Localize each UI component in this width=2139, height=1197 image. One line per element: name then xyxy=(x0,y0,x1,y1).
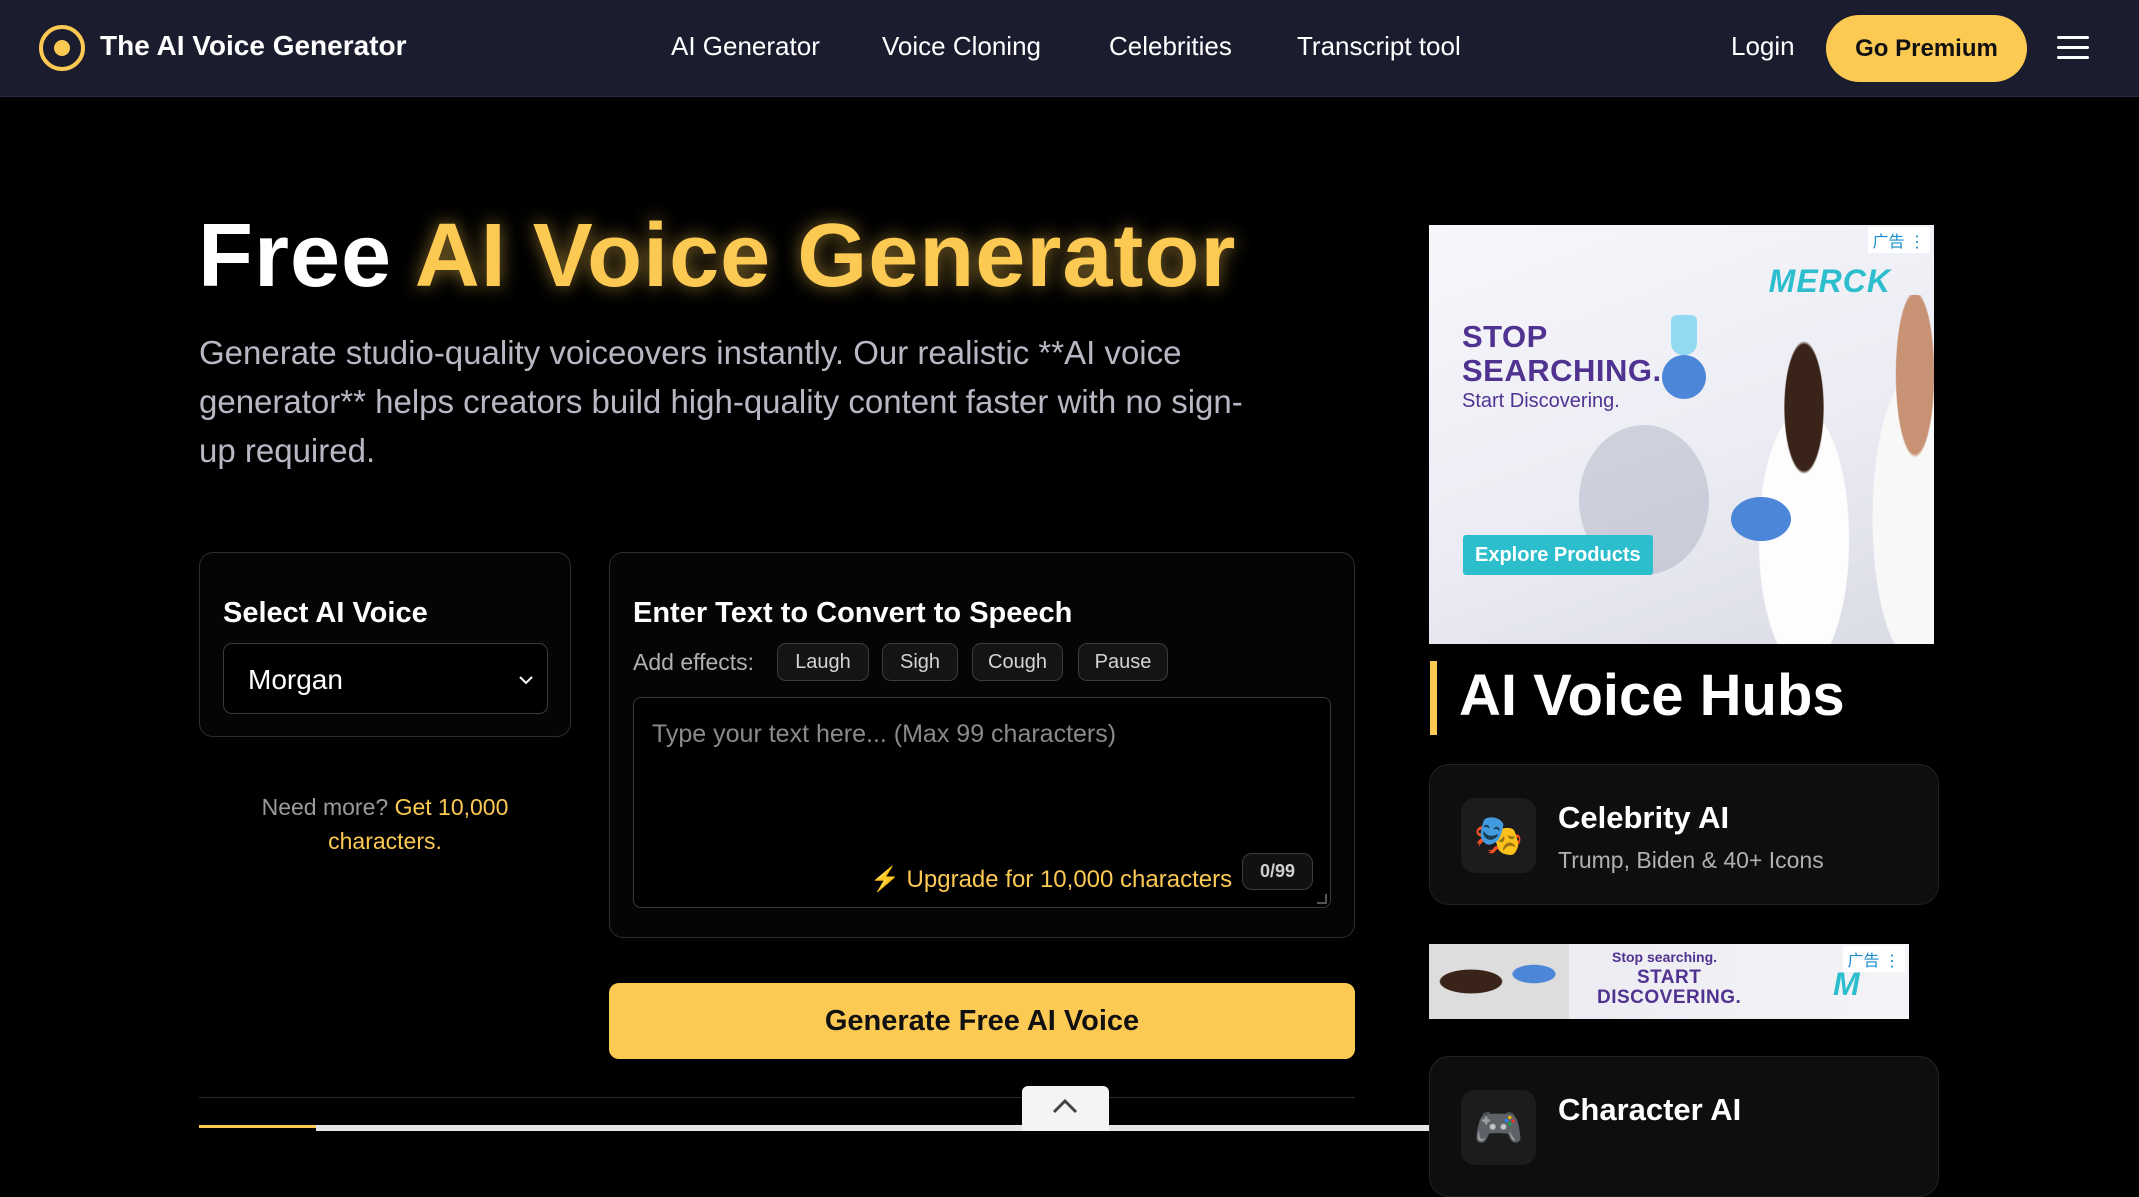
ad-big-text-line-2: DISCOVERING. xyxy=(1597,987,1742,1008)
theater-masks-icon: 🎭 xyxy=(1461,798,1536,873)
chevron-down-icon xyxy=(519,668,533,691)
nav-link-transcript-tool[interactable]: Transcript tool xyxy=(1297,31,1461,62)
effect-sigh-button[interactable]: Sigh xyxy=(882,643,958,681)
advertisement-banner-small[interactable]: Stop searching. START DISCOVERING. M 广告 … xyxy=(1429,944,1909,1019)
ad-brand-logo: MERCK xyxy=(1768,263,1891,299)
resize-handle-icon[interactable] xyxy=(1317,894,1327,904)
hamburger-line xyxy=(2057,56,2089,59)
ad-headline: STOP SEARCHING. xyxy=(1462,320,1662,388)
voice-select-title: Select AI Voice xyxy=(223,597,428,629)
nav-link-ai-generator[interactable]: AI Generator xyxy=(671,31,820,62)
ad-glove-image-2 xyxy=(1731,497,1791,541)
character-counter: 0/99 xyxy=(1242,853,1313,890)
advertisement-banner[interactable]: 广告 ⋮ MERCK STOP SEARCHING. Start Discove… xyxy=(1429,225,1934,644)
hamburger-line xyxy=(2057,36,2089,39)
effects-label: Add effects: xyxy=(633,649,755,675)
generate-voice-button[interactable]: Generate Free AI Voice xyxy=(609,983,1355,1059)
ad-label[interactable]: 广告 ⋮ xyxy=(1867,227,1930,253)
hamburger-icon[interactable] xyxy=(2057,36,2089,60)
go-premium-button[interactable]: Go Premium xyxy=(1826,15,2027,82)
ad-small-text: Stop searching. xyxy=(1612,949,1718,965)
ad-scientist-image-2 xyxy=(1849,295,1934,644)
section-divider xyxy=(199,1097,1355,1098)
ad-explore-button[interactable]: Explore Products xyxy=(1463,535,1653,575)
chevron-up-icon xyxy=(1052,1098,1078,1114)
login-link[interactable]: Login xyxy=(1731,31,1795,62)
hub-name: Character AI xyxy=(1558,1092,1742,1127)
ad-headline-line-2: SEARCHING. xyxy=(1462,353,1662,388)
hub-card-celebrity-ai[interactable]: 🎭 Celebrity AI Trump, Biden & 40+ Icons xyxy=(1429,764,1939,905)
logo-dot xyxy=(54,40,70,56)
effect-cough-button[interactable]: Cough xyxy=(972,643,1063,681)
page-title-accent: AI Voice Generator xyxy=(414,206,1237,306)
brand-name[interactable]: The AI Voice Generator xyxy=(100,30,407,62)
logo-icon[interactable] xyxy=(39,25,85,71)
need-more-text: Need more? xyxy=(261,794,389,820)
hub-name: Celebrity AI xyxy=(1558,800,1730,835)
ad-subline: Start Discovering. xyxy=(1462,390,1620,412)
page-title-plain: Free xyxy=(198,206,393,306)
text-input-title: Enter Text to Convert to Speech xyxy=(633,597,1073,629)
next-section-accent xyxy=(199,1125,319,1131)
flask-icon xyxy=(1671,315,1697,355)
text-input-card: Enter Text to Convert to Speech Add effe… xyxy=(609,552,1355,938)
text-input-area[interactable]: Type your text here... (Max 99 character… xyxy=(633,697,1331,908)
ad-big-text: START DISCOVERING. xyxy=(1597,968,1741,1008)
page-title: Free AI Voice Generator xyxy=(198,207,1236,306)
hub-description: Trump, Biden & 40+ Icons xyxy=(1558,847,1824,873)
ad-glove-image xyxy=(1662,355,1706,399)
upgrade-characters-link[interactable]: ⚡ Upgrade for 10,000 characters xyxy=(870,865,1232,894)
hub-card-character-ai[interactable]: 🎮 Character AI xyxy=(1429,1056,1939,1197)
need-more-note: Need more? Get 10,000 characters. xyxy=(240,790,530,858)
hamburger-line xyxy=(2057,46,2089,49)
effect-pause-button[interactable]: Pause xyxy=(1078,643,1168,681)
scroll-up-button[interactable] xyxy=(1022,1086,1109,1131)
ad-big-text-line-1: START xyxy=(1636,967,1702,988)
hubs-title: AI Voice Hubs xyxy=(1459,663,1845,728)
nav-link-voice-cloning[interactable]: Voice Cloning xyxy=(882,31,1041,62)
effect-laugh-button[interactable]: Laugh xyxy=(777,643,869,681)
ad-headline-line-1: STOP xyxy=(1462,319,1548,354)
ad-scientist-image xyxy=(1429,944,1569,1019)
text-input-placeholder: Type your text here... (Max 99 character… xyxy=(652,720,1117,748)
voice-dropdown[interactable]: Morgan xyxy=(223,643,548,714)
gamepad-icon: 🎮 xyxy=(1461,1090,1536,1165)
hero-subtitle: Generate studio-quality voiceovers insta… xyxy=(199,334,1243,469)
top-navbar: The AI Voice Generator AI Generator Voic… xyxy=(0,0,2139,97)
voice-select-card: Select AI Voice Morgan xyxy=(199,552,571,737)
ad-label[interactable]: 广告 ⋮ xyxy=(1842,946,1905,972)
nav-link-celebrities[interactable]: Celebrities xyxy=(1109,31,1232,62)
hubs-accent-bar xyxy=(1430,661,1437,735)
voice-dropdown-value: Morgan xyxy=(248,664,343,695)
